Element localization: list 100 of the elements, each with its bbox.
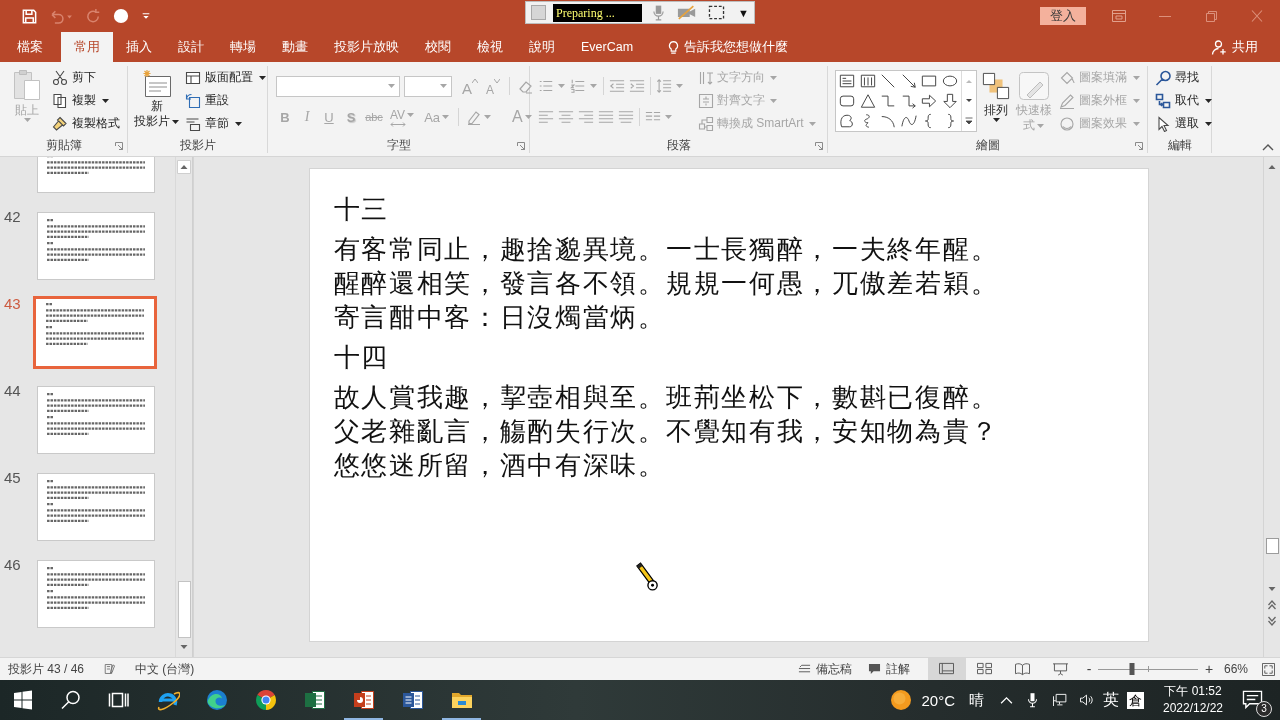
- next-slide-icon[interactable]: [1265, 614, 1279, 628]
- reading-view-icon: [1014, 662, 1032, 676]
- slide-thumbnail[interactable]: [37, 386, 155, 454]
- scrollbar-thumb[interactable]: [177, 581, 191, 638]
- arrange-button[interactable]: 排列: [981, 66, 1012, 122]
- person-add-icon: [1211, 39, 1227, 55]
- comments-button[interactable]: 註解: [867, 660, 910, 678]
- poem-line: 父老雜亂言，觴酌失行次。不覺知有我，安知物為貴？: [333, 415, 999, 448]
- previous-slide-icon[interactable]: [1265, 598, 1279, 612]
- dialog-launcher-icon[interactable]: [517, 141, 525, 150]
- excel-icon[interactable]: [302, 688, 327, 712]
- fit-to-window-icon[interactable]: [1262, 662, 1275, 676]
- collapse-ribbon-icon[interactable]: [1262, 143, 1274, 151]
- dialog-launcher-icon[interactable]: [815, 141, 823, 150]
- poem-line: 悠悠迷所留，酒中有深味。: [333, 449, 666, 482]
- comment-icon: [867, 663, 881, 675]
- clock-button[interactable]: 下午 01:52 2022/12/22: [1152, 683, 1234, 717]
- word-icon[interactable]: [400, 688, 425, 712]
- language-indicator[interactable]: 中文 (台灣): [135, 660, 195, 678]
- ime-mode-indicator[interactable]: 倉: [1127, 691, 1144, 709]
- weather-temperature[interactable]: 20°C: [921, 691, 955, 709]
- circle-icon[interactable]: [113, 8, 129, 24]
- sign-in-button[interactable]: 登入: [1040, 7, 1086, 25]
- dialog-launcher-icon[interactable]: [115, 141, 123, 150]
- ribbon-tab[interactable]: 檢視: [464, 32, 516, 62]
- vertical-text-box-icon[interactable]: [859, 73, 876, 89]
- slide[interactable]: 十三 有客常同止，趣捨邈異境。一士長獨醉，一夫終年醒。 醒醉還相笑，發言各不領。規規一何愚，兀傲差若穎。 寄言酣中客：日沒燭當炳。 十四 故人賞我趣，挈壺相與至。班荊坐松下，數斟已復醉。 父老雜亂言，觴酌失行次。不覺知有我，安知物為貴？ 悠悠迷所留，酒中有深味。: [308, 168, 1149, 642]
- microphone-icon[interactable]: [1025, 692, 1040, 708]
- group-label: 投影片: [179, 137, 216, 154]
- reset-button[interactable]: 重設: [182, 89, 269, 112]
- camera-off-icon[interactable]: [677, 5, 698, 20]
- triangle-icon[interactable]: [859, 93, 876, 109]
- select-button[interactable]: 選取: [1152, 112, 1215, 135]
- right-arrow-icon[interactable]: [921, 93, 938, 109]
- input-language[interactable]: 英: [1103, 689, 1119, 711]
- sun-icon[interactable]: [890, 689, 913, 711]
- zoom-slider-thumb[interactable]: [1129, 663, 1135, 675]
- caret-icon: [1205, 98, 1212, 103]
- tell-me-search[interactable]: 告訴我您想做什麼: [668, 32, 789, 62]
- scroll-up-icon[interactable]: [177, 160, 191, 174]
- curve-icon[interactable]: [900, 113, 917, 129]
- section-button[interactable]: 章節: [182, 112, 269, 135]
- ribbon-tab[interactable]: EverCam: [568, 32, 647, 62]
- dropdown-arrow[interactable]: ▼: [738, 6, 749, 19]
- dialog-launcher-icon[interactable]: [1135, 141, 1143, 150]
- zoom-in-button[interactable]: +: [1201, 661, 1216, 677]
- notification-count: 3: [1256, 701, 1272, 717]
- find-button[interactable]: 尋找: [1152, 66, 1215, 89]
- ribbon-tab[interactable]: 轉場: [217, 32, 269, 62]
- slide-thumbnail[interactable]: [33, 296, 157, 369]
- slide-thumbnail[interactable]: [37, 473, 155, 541]
- scrollbar-thumb[interactable]: [1265, 538, 1279, 554]
- copy-button[interactable]: 複製: [49, 89, 123, 112]
- chevron-up-icon[interactable]: [1000, 695, 1013, 705]
- powerpoint-icon[interactable]: [351, 688, 376, 712]
- caret-icon: [808, 121, 816, 126]
- weather-condition[interactable]: 晴: [969, 690, 984, 710]
- ribbon-tab[interactable]: 校閱: [412, 32, 464, 62]
- notes-icon: [797, 663, 811, 675]
- view-button[interactable]: [927, 658, 966, 680]
- elbow-arrow-icon[interactable]: [900, 93, 917, 109]
- ribbon-display-icon[interactable]: [1112, 10, 1126, 22]
- freeform-icon[interactable]: [839, 113, 856, 129]
- save-icon[interactable]: [21, 7, 38, 25]
- selection-rectangle-icon[interactable]: [708, 5, 726, 20]
- ribbon-tab[interactable]: 檔案: [4, 32, 56, 62]
- network-icon[interactable]: [1052, 692, 1067, 708]
- share-button[interactable]: 共用: [1211, 32, 1258, 62]
- arrow-line-icon[interactable]: [900, 73, 917, 89]
- slide-thumbnail[interactable]: [37, 560, 155, 628]
- zoom-percentage[interactable]: 66%: [1223, 662, 1248, 676]
- line-icon[interactable]: [880, 73, 897, 89]
- new-slide-button[interactable]: 新 投影片: [134, 66, 179, 129]
- layout-button[interactable]: 版面配置: [182, 66, 269, 89]
- chrome-icon[interactable]: [253, 688, 278, 712]
- ribbon-tab[interactable]: 說明: [516, 32, 568, 62]
- down-arrow-icon[interactable]: [941, 93, 958, 109]
- ribbon-tab[interactable]: 投影片放映: [321, 32, 412, 62]
- group-label: 編輯: [1167, 137, 1192, 154]
- slide-thumbnail[interactable]: [37, 212, 155, 280]
- ribbon-tab[interactable]: 插入: [113, 32, 165, 62]
- edge-icon[interactable]: [204, 688, 229, 712]
- replace-button[interactable]: 取代: [1152, 89, 1215, 112]
- slideshow-icon: [1052, 662, 1070, 676]
- reset-icon: [185, 92, 201, 109]
- zoom-out-button[interactable]: -: [1081, 661, 1096, 677]
- notes-check-icon[interactable]: [104, 663, 118, 675]
- cut-button[interactable]: 剪下: [49, 66, 123, 89]
- group-label: 段落: [666, 137, 691, 154]
- arc-icon[interactable]: [880, 113, 897, 129]
- ribbon-tab[interactable]: 設計: [165, 32, 217, 62]
- notification-icon[interactable]: [1242, 690, 1263, 709]
- group-label: 繪圖: [975, 137, 1000, 154]
- painter-button[interactable]: 複製格式: [49, 112, 123, 135]
- speaker-icon[interactable]: [1079, 692, 1094, 708]
- ribbon-tab[interactable]: 動畫: [269, 32, 321, 62]
- text-box-icon[interactable]: [839, 73, 856, 89]
- rectangle-icon[interactable]: [921, 73, 938, 89]
- ribbon-tab[interactable]: 常用: [61, 32, 113, 62]
- notes-button[interactable]: 備忘稿: [797, 660, 852, 678]
